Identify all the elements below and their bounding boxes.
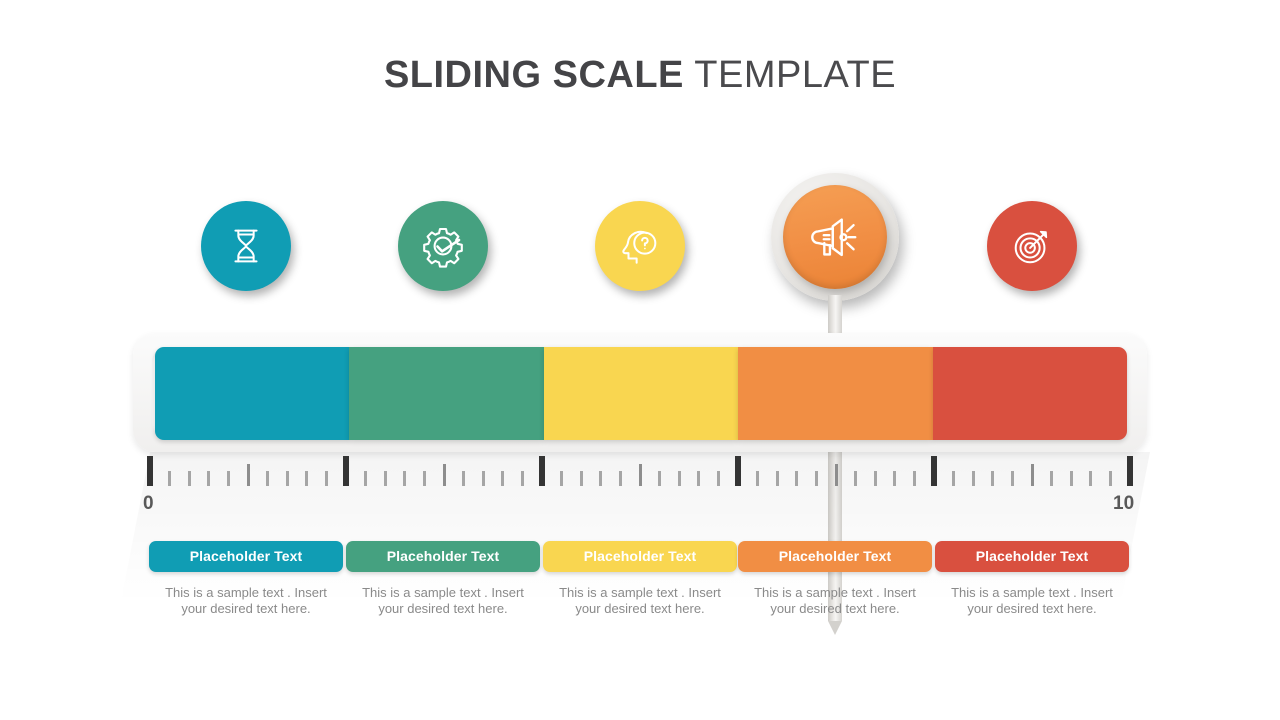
step-body-5: This is a sample text . Insert your desi… (951, 585, 1113, 616)
step-pill-5[interactable]: Placeholder Text (935, 541, 1129, 572)
scale-max-label: 10 (1113, 493, 1135, 514)
ruler-tick-minor (1089, 471, 1093, 486)
ruler-tick-minor (207, 471, 211, 486)
step-card-1: Placeholder Text This is a sample text .… (149, 541, 343, 617)
scale-min-label: 0 (143, 493, 154, 514)
ruler-tick-minor (1108, 471, 1112, 486)
ruler-tick-minor (383, 471, 387, 486)
ruler-tick-medium (1030, 464, 1034, 486)
step-card-4: Placeholder Text This is a sample text .… (738, 541, 932, 617)
hourglass-icon (223, 223, 269, 269)
step-icon-circle-3[interactable] (595, 201, 685, 291)
ruler-tick-minor (520, 471, 524, 486)
ruler-tick-minor (579, 471, 583, 486)
ruler-tick-major (931, 456, 937, 486)
step-body-2: This is a sample text . Insert your desi… (362, 585, 524, 616)
step-icon-circle-4[interactable] (783, 185, 887, 289)
ruler-tick-minor (1069, 471, 1073, 486)
ruler-tick-minor (971, 471, 975, 486)
segment-track (155, 347, 1128, 440)
ruler-tick-minor (697, 471, 701, 486)
step-pill-1[interactable]: Placeholder Text (149, 541, 343, 572)
megaphone-icon (808, 210, 862, 264)
ruler-tick-major (735, 456, 741, 486)
ruler-tick-major (539, 456, 545, 486)
ruler-tick-minor (403, 471, 407, 486)
ruler-tick-minor (1010, 471, 1014, 486)
ruler-tick-minor (599, 471, 603, 486)
ruler-tick-medium (834, 464, 838, 486)
ruler-tick-minor (814, 471, 818, 486)
ruler-tick-minor (991, 471, 995, 486)
slider-bar (133, 333, 1147, 452)
ruler-tick-minor (266, 471, 270, 486)
ruler (147, 456, 1133, 486)
segment-1[interactable] (155, 347, 350, 440)
head-question-icon (617, 223, 663, 269)
ruler-tick-minor (795, 471, 799, 486)
ruler-tick-minor (873, 471, 877, 486)
ruler-tick-medium (246, 464, 250, 486)
ruler-tick-minor (560, 471, 564, 486)
step-pill-2[interactable]: Placeholder Text (346, 541, 540, 572)
step-body-3: This is a sample text . Insert your desi… (559, 585, 721, 616)
step-body-4: This is a sample text . Insert your desi… (754, 585, 916, 616)
step-icon-circle-5[interactable] (987, 201, 1077, 291)
ruler-tick-minor (481, 471, 485, 486)
ruler-tick-minor (501, 471, 505, 486)
step-pill-4[interactable]: Placeholder Text (738, 541, 932, 572)
segment-2[interactable] (349, 347, 544, 440)
page-title-light: TEMPLATE (683, 54, 897, 96)
ruler-tick-minor (226, 471, 230, 486)
ruler-tick-minor (422, 471, 426, 486)
page-title-bold: SLIDING SCALE (383, 54, 684, 96)
segment-5[interactable] (932, 347, 1128, 440)
ruler-tick-minor (1050, 471, 1054, 486)
ruler-tick-minor (168, 471, 172, 486)
ruler-tick-minor (658, 471, 662, 486)
step-card-5: Placeholder Text This is a sample text .… (935, 541, 1129, 617)
step-pill-3[interactable]: Placeholder Text (543, 541, 737, 572)
step-icon-circle-1[interactable] (201, 201, 291, 291)
page-title: SLIDING SCALE TEMPLATE (0, 54, 1280, 97)
card-row: Placeholder Text This is a sample text .… (0, 541, 1280, 651)
target-icon (1009, 223, 1055, 269)
ruler-tick-medium (638, 464, 642, 486)
ruler-tick-minor (677, 471, 681, 486)
ruler-tick-minor (854, 471, 858, 486)
segment-4[interactable] (738, 347, 933, 440)
ruler-tick-major (343, 456, 349, 486)
ruler-tick-minor (364, 471, 368, 486)
segment-3[interactable] (543, 347, 739, 440)
step-card-2: Placeholder Text This is a sample text .… (346, 541, 540, 617)
ruler-tick-minor (716, 471, 720, 486)
step-card-3: Placeholder Text This is a sample text .… (543, 541, 737, 617)
ruler-tick-minor (893, 471, 897, 486)
ruler-tick-minor (775, 471, 779, 486)
ruler-tick-major (1127, 456, 1133, 486)
ruler-tick-minor (305, 471, 309, 486)
ruler-tick-minor (912, 471, 916, 486)
ruler-tick-minor (462, 471, 466, 486)
ruler-tick-minor (618, 471, 622, 486)
ruler-tick-minor (187, 471, 191, 486)
ruler-tick-major (147, 456, 153, 486)
gear-check-icon (419, 222, 467, 270)
step-body-1: This is a sample text . Insert your desi… (165, 585, 327, 616)
ruler-tick-minor (285, 471, 289, 486)
ruler-tick-minor (324, 471, 328, 486)
ruler-tick-minor (756, 471, 760, 486)
ruler-tick-minor (952, 471, 956, 486)
step-icon-circle-2[interactable] (398, 201, 488, 291)
ruler-tick-medium (442, 464, 446, 486)
icon-row (0, 165, 1280, 635)
